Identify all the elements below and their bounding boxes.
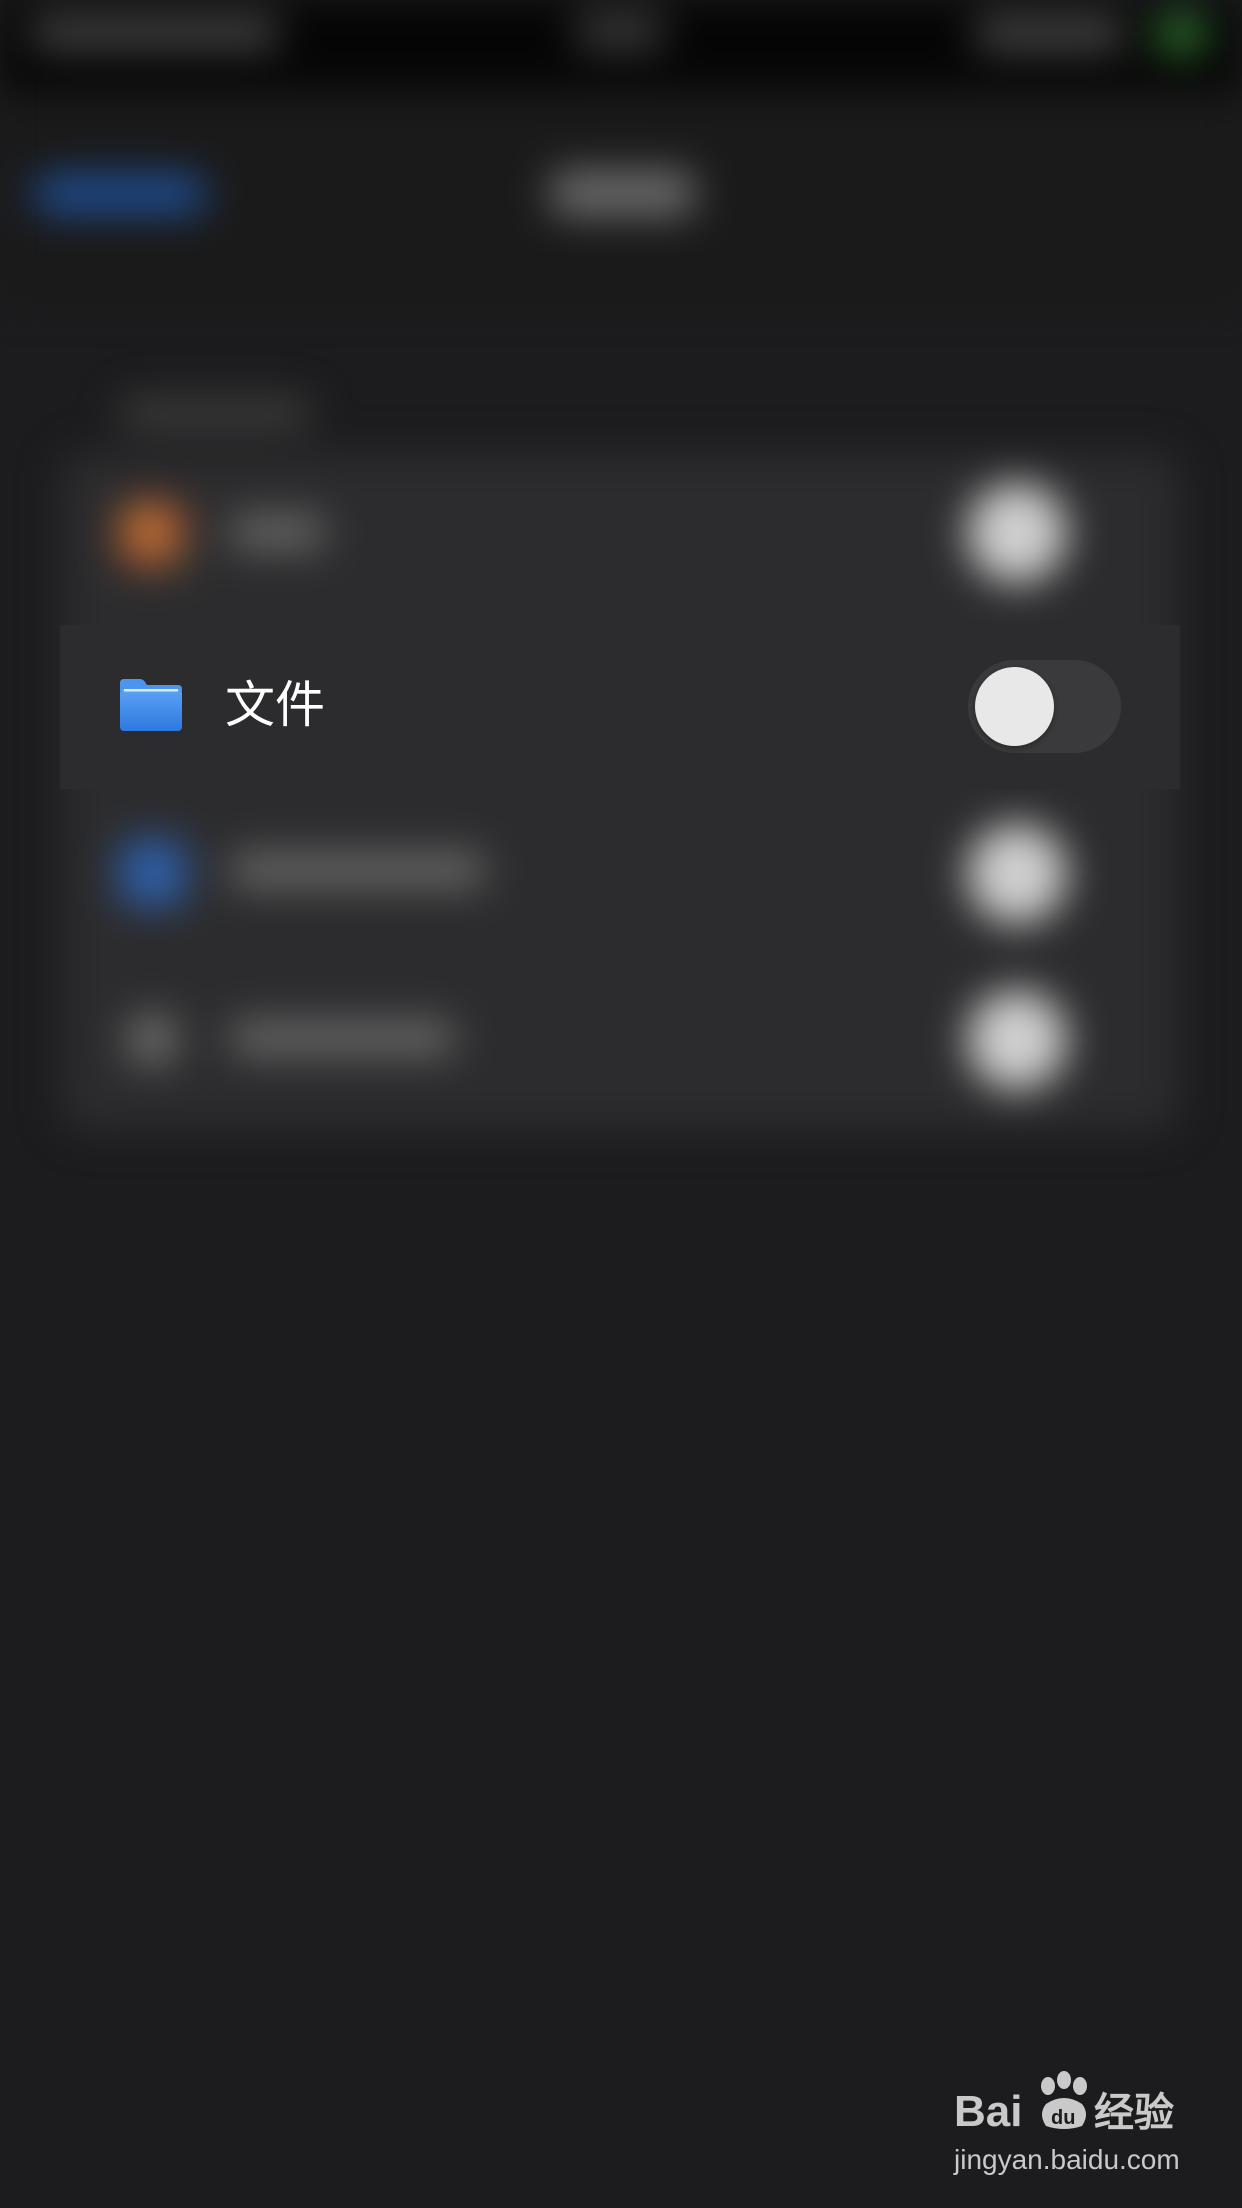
status-bar-left [30,18,280,48]
status-bar [0,0,1242,90]
baidu-jingyan-watermark: Bai du 经验 jingyan.baidu.com [948,2070,1188,2180]
svg-text:经验: 经验 [1094,2090,1174,2136]
settings-row-files[interactable]: 文件 [60,625,1180,789]
toggle-knob [967,483,1067,583]
blurred-background [0,0,1242,2208]
battery-icon [1155,14,1207,54]
files-toggle-switch[interactable] [968,660,1121,753]
watermark-url: jingyan.baidu.com [954,2144,1180,2175]
toggle-knob [975,667,1054,746]
row-label [230,852,485,888]
app-icon [120,502,186,568]
baidu-logo: Bai du 经验 [954,2071,1174,2136]
screen: 文件 Bai du 经验 jingyan.baidu.com [0,0,1242,2208]
toggle-knob [967,990,1067,1090]
navigation-bar [0,90,1242,300]
app-icon [120,840,186,906]
svg-text:du: du [1051,2107,1075,2129]
app-icon [125,1012,180,1067]
section-header [120,398,310,428]
folder-icon [118,677,184,733]
status-bar-center [575,14,665,50]
settings-group [60,452,1180,1132]
row-label [230,514,325,550]
row-label [230,1020,455,1056]
page-title [550,170,695,216]
back-button [35,175,205,213]
toggle-knob [967,824,1067,924]
row-label: 文件 [225,676,325,734]
svg-text:Bai: Bai [954,2087,1022,2136]
status-bar-right [975,18,1125,50]
